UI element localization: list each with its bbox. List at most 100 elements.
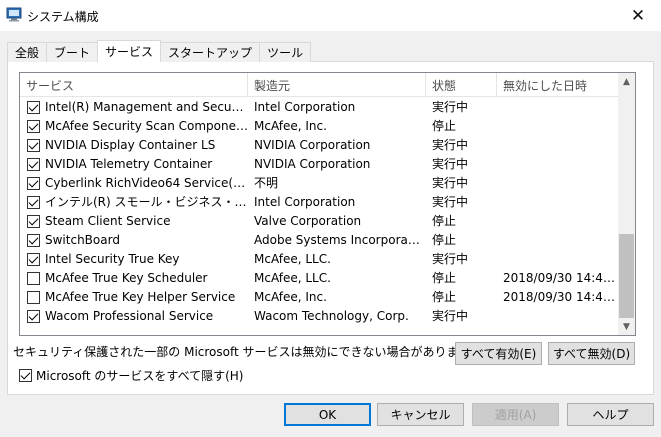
service-disabled-date: 2018/09/30 14:47:31 bbox=[503, 290, 616, 304]
close-icon: ✕ bbox=[630, 5, 646, 26]
service-checkbox[interactable] bbox=[27, 310, 40, 323]
service-maker: McAfee, Inc. bbox=[254, 119, 327, 133]
column-header-status[interactable]: 状態 bbox=[426, 73, 497, 97]
service-row[interactable]: Intel(R) Management and Security A... Int… bbox=[20, 98, 618, 117]
service-name: Steam Client Service bbox=[45, 214, 171, 228]
service-maker: NVIDIA Corporation bbox=[254, 157, 371, 171]
scroll-down-arrow-icon[interactable]: ▼ bbox=[618, 318, 635, 335]
service-maker: Wacom Technology, Corp. bbox=[254, 309, 409, 323]
window-title: システム構成 bbox=[27, 10, 99, 24]
service-disabled-date bbox=[503, 250, 616, 269]
service-name: Wacom Professional Service bbox=[45, 309, 214, 323]
tab-strip: 全般 ブート サービス スタートアップ ツール bbox=[7, 40, 312, 62]
service-name: インテル(R) スモール・ビジネス・アドバンテー... bbox=[45, 195, 248, 209]
service-status: 停止 bbox=[432, 119, 457, 133]
scrollbar-thumb[interactable] bbox=[619, 234, 634, 318]
disable-all-button[interactable]: すべて無効(D) bbox=[548, 342, 635, 365]
service-row[interactable]: McAfee Security Scan Component H... McAfe… bbox=[20, 117, 618, 136]
service-maker: McAfee, Inc. bbox=[254, 290, 327, 304]
apply-button[interactable]: 適用(A) bbox=[472, 403, 559, 426]
service-disabled-date bbox=[503, 98, 616, 117]
service-status: 実行中 bbox=[432, 195, 469, 209]
service-row[interactable]: McAfee True Key Helper Service McAfee, In… bbox=[20, 288, 618, 307]
service-checkbox[interactable] bbox=[27, 101, 40, 114]
service-maker: 不明 bbox=[254, 176, 279, 190]
service-name: McAfee True Key Helper Service bbox=[45, 290, 236, 304]
service-row[interactable]: インテル(R) スモール・ビジネス・アドバンテー... Intel Corpora… bbox=[20, 193, 618, 212]
vertical-scrollbar[interactable]: ▲ ▼ bbox=[618, 73, 635, 335]
service-name: NVIDIA Display Container LS bbox=[45, 138, 216, 152]
service-disabled-date bbox=[503, 231, 616, 250]
service-name: Intel(R) Management and Security A... bbox=[45, 100, 248, 114]
service-disabled-date bbox=[503, 174, 616, 193]
service-status: 停止 bbox=[432, 271, 457, 285]
service-maker: NVIDIA Corporation bbox=[254, 138, 371, 152]
service-status: 実行中 bbox=[432, 100, 469, 114]
service-checkbox[interactable] bbox=[27, 158, 40, 171]
service-row[interactable]: Cyberlink RichVideo64 Service(CRVS) 不明 実行中 bbox=[20, 174, 618, 193]
service-row[interactable]: McAfee True Key Scheduler McAfee, LLC. 停止 2… bbox=[20, 269, 618, 288]
services-list[interactable]: サービス 製造元 状態 無効にした日時 Intel(R) Management … bbox=[19, 72, 636, 336]
service-maker: Intel Corporation bbox=[254, 100, 356, 114]
service-status: 実行中 bbox=[432, 252, 469, 266]
system-config-app-icon bbox=[6, 7, 22, 22]
column-header-disabled-date[interactable]: 無効にした日時 bbox=[497, 73, 618, 97]
service-checkbox[interactable] bbox=[27, 177, 40, 190]
hide-microsoft-services-checkbox[interactable] bbox=[19, 369, 32, 382]
tab-boot[interactable]: ブート bbox=[46, 42, 99, 62]
help-button[interactable]: ヘルプ bbox=[567, 403, 654, 426]
service-row[interactable]: NVIDIA Display Container LS NVIDIA Corpor… bbox=[20, 136, 618, 155]
service-row[interactable]: NVIDIA Telemetry Container NVIDIA Corpora… bbox=[20, 155, 618, 174]
title-bar: システム構成 ✕ bbox=[0, 0, 661, 31]
service-status: 停止 bbox=[432, 290, 457, 304]
hide-microsoft-services-label: Microsoft のサービスをすべて隠す(H) bbox=[36, 369, 244, 383]
service-row[interactable]: SwitchBoard Adobe Systems Incorporated 停止 bbox=[20, 231, 618, 250]
service-disabled-date bbox=[503, 212, 616, 231]
tab-tools[interactable]: ツール bbox=[259, 42, 312, 62]
service-name: Cyberlink RichVideo64 Service(CRVS) bbox=[45, 176, 248, 190]
service-checkbox[interactable] bbox=[27, 139, 40, 152]
service-status: 実行中 bbox=[432, 138, 469, 152]
service-checkbox[interactable] bbox=[27, 120, 40, 133]
service-disabled-date bbox=[503, 307, 616, 326]
service-row[interactable]: Wacom Professional Service Wacom Technolo… bbox=[20, 307, 618, 326]
service-status: 実行中 bbox=[432, 157, 469, 171]
service-name: SwitchBoard bbox=[45, 233, 120, 247]
service-disabled-date bbox=[503, 136, 616, 155]
scroll-up-arrow-icon[interactable]: ▲ bbox=[618, 73, 635, 90]
service-name: NVIDIA Telemetry Container bbox=[45, 157, 213, 171]
cancel-button[interactable]: キャンセル bbox=[377, 403, 464, 426]
ok-button[interactable]: OK bbox=[284, 403, 371, 426]
service-maker: McAfee, LLC. bbox=[254, 271, 331, 285]
column-header-maker[interactable]: 製造元 bbox=[248, 73, 426, 97]
service-name: McAfee True Key Scheduler bbox=[45, 271, 208, 285]
services-list-body: Intel(R) Management and Security A... Int… bbox=[20, 98, 618, 326]
service-checkbox[interactable] bbox=[27, 272, 40, 285]
service-checkbox[interactable] bbox=[27, 215, 40, 228]
close-button[interactable]: ✕ bbox=[615, 0, 661, 31]
service-name: McAfee Security Scan Component H... bbox=[45, 119, 248, 133]
service-disabled-date bbox=[503, 155, 616, 174]
service-maker: Valve Corporation bbox=[254, 214, 362, 228]
service-disabled-date: 2018/09/30 14:47:31 bbox=[503, 271, 616, 285]
service-maker: McAfee, LLC. bbox=[254, 252, 331, 266]
tab-startup[interactable]: スタートアップ bbox=[160, 42, 261, 62]
service-status: 実行中 bbox=[432, 176, 469, 190]
service-maker: Adobe Systems Incorporated bbox=[254, 233, 424, 247]
service-checkbox[interactable] bbox=[27, 196, 40, 209]
system-config-window: システム構成 ✕ 全般 ブート サービス スタートアップ ツール サービス 製造… bbox=[0, 0, 661, 437]
hide-microsoft-services-option[interactable]: Microsoft のサービスをすべて隠す(H) bbox=[19, 367, 244, 384]
service-row[interactable]: Intel Security True Key McAfee, LLC. 実行中 bbox=[20, 250, 618, 269]
service-checkbox[interactable] bbox=[27, 253, 40, 266]
service-disabled-date bbox=[503, 193, 616, 212]
services-list-header: サービス 製造元 状態 無効にした日時 bbox=[20, 73, 618, 97]
tab-general[interactable]: 全般 bbox=[7, 42, 48, 62]
enable-all-button[interactable]: すべて有効(E) bbox=[455, 342, 542, 365]
service-row[interactable]: Steam Client Service Valve Corporation 停止 bbox=[20, 212, 618, 231]
service-status: 停止 bbox=[432, 214, 457, 228]
column-header-service[interactable]: サービス bbox=[20, 73, 248, 97]
service-status: 実行中 bbox=[432, 309, 469, 323]
service-checkbox[interactable] bbox=[27, 291, 40, 304]
tab-services[interactable]: サービス bbox=[97, 40, 162, 62]
service-checkbox[interactable] bbox=[27, 234, 40, 247]
